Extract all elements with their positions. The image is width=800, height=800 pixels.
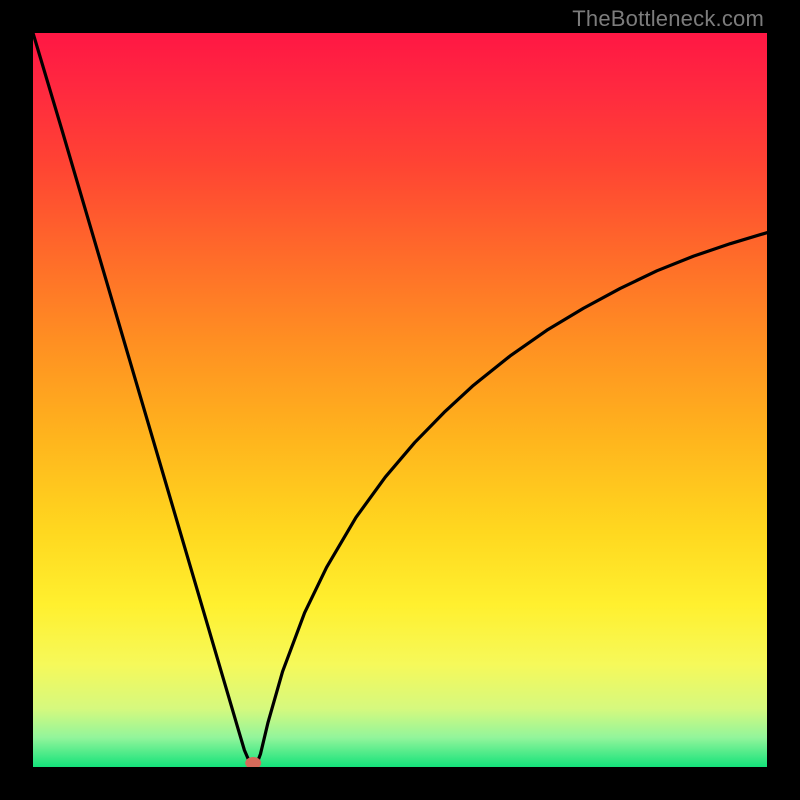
watermark-text: TheBottleneck.com (572, 6, 764, 32)
chart-container: TheBottleneck.com (0, 0, 800, 800)
bottleneck-curve (33, 33, 767, 767)
curve-layer (33, 33, 767, 767)
plot-area (33, 33, 767, 767)
